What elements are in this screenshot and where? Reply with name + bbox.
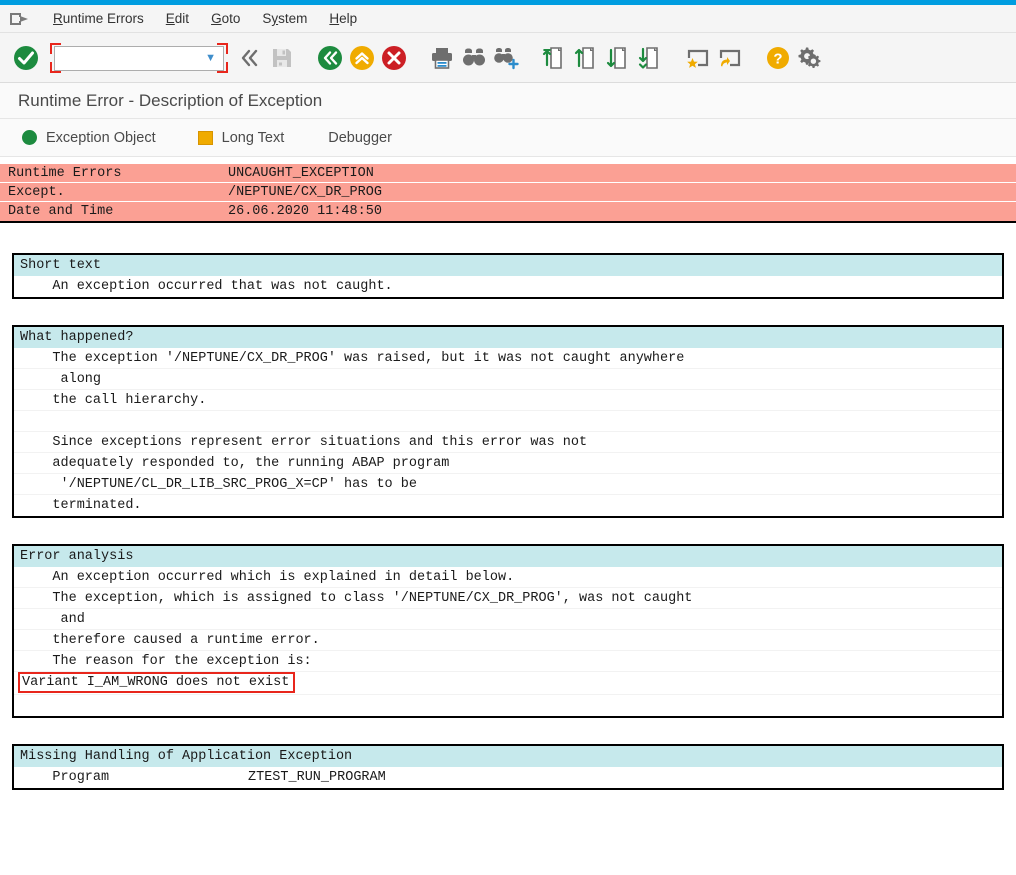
error-header-row: Except. /NEPTUNE/CX_DR_PROG xyxy=(0,183,1016,202)
orange-square-icon xyxy=(198,131,213,145)
action-long-text[interactable]: Long Text xyxy=(198,130,285,146)
error-header-value: /NEPTUNE/CX_DR_PROG xyxy=(228,185,382,200)
section-heading-what-happened: What happened? xyxy=(14,327,1002,348)
section-line: therefore caused a runtime error. xyxy=(14,630,1002,651)
section-line: adequately responded to, the running ABA… xyxy=(14,453,1002,474)
previous-page-icon[interactable] xyxy=(570,42,602,74)
menu-item-edit[interactable]: Edit xyxy=(155,9,200,28)
main-toolbar: ▼ xyxy=(0,33,1016,83)
command-field-annotation: ▼ xyxy=(50,43,228,73)
page-title-bar: Runtime Error - Description of Exception xyxy=(0,83,1016,119)
page-title: Runtime Error - Description of Exception xyxy=(18,91,322,111)
command-input[interactable]: ▼ xyxy=(54,46,224,71)
section-missing-handling: Missing Handling of Application Exceptio… xyxy=(12,744,1004,790)
find-next-icon[interactable] xyxy=(490,42,522,74)
error-header-value: UNCAUGHT_EXCEPTION xyxy=(228,166,374,181)
highlighted-reason-row: Variant I_AM_WRONG does not exist xyxy=(14,672,1002,695)
action-label-debugger: Debugger xyxy=(328,130,392,146)
green-dot-icon xyxy=(22,130,37,145)
section-heading-missing-handling: Missing Handling of Application Exceptio… xyxy=(14,746,1002,767)
error-header-row: Runtime Errors UNCAUGHT_EXCEPTION xyxy=(0,164,1016,183)
exit-up-icon[interactable] xyxy=(346,42,378,74)
section-row: Program ZTEST_RUN_PROGRAM xyxy=(14,767,1002,788)
section-line: Since exceptions represent error situati… xyxy=(14,432,1002,453)
error-header-block: Runtime Errors UNCAUGHT_EXCEPTION Except… xyxy=(0,164,1016,223)
action-exception-object[interactable]: Exception Object xyxy=(22,130,156,146)
menu-item-runtime-errors[interactable]: Runtime Errors xyxy=(42,9,155,28)
error-header-value: 26.06.2020 11:48:50 xyxy=(228,204,382,219)
section-line xyxy=(14,411,1002,432)
section-line: The reason for the exception is: xyxy=(14,651,1002,672)
section-line: along xyxy=(14,369,1002,390)
missing-handling-key: Program xyxy=(20,767,248,788)
error-header-key: Runtime Errors xyxy=(0,166,228,181)
menu-item-help[interactable]: Help xyxy=(318,9,368,28)
section-line: terminated. xyxy=(14,495,1002,516)
print-icon[interactable] xyxy=(426,42,458,74)
menu-label-runtime-errors: untime Errors xyxy=(63,11,144,26)
menu-label-goto: oto xyxy=(222,11,241,26)
menu-bar: Runtime Errors Edit Goto System Help xyxy=(0,5,1016,33)
find-icon[interactable] xyxy=(458,42,490,74)
section-line: '/NEPTUNE/CL_DR_LIB_SRC_PROG_X=CP' has t… xyxy=(14,474,1002,495)
action-label-exception-object: Exception Object xyxy=(46,130,156,146)
error-header-key: Date and Time xyxy=(0,204,228,219)
section-error-analysis: Error analysis An exception occurred whi… xyxy=(12,544,1004,718)
chevron-down-icon[interactable]: ▼ xyxy=(205,53,216,64)
section-line: the call hierarchy. xyxy=(14,390,1002,411)
section-line: An exception occurred which is explained… xyxy=(14,567,1002,588)
help-icon[interactable]: ? xyxy=(762,42,794,74)
section-what-happened: What happened? The exception '/NEPTUNE/C… xyxy=(12,325,1004,518)
section-line: The exception '/NEPTUNE/CX_DR_PROG' was … xyxy=(14,348,1002,369)
next-page-icon[interactable] xyxy=(602,42,634,74)
create-session-icon[interactable] xyxy=(682,42,714,74)
error-header-key: Except. xyxy=(0,185,228,200)
action-button-row: Exception Object Long Text Debugger xyxy=(0,119,1016,157)
save-icon xyxy=(266,42,298,74)
menu-item-system[interactable]: System xyxy=(251,9,318,28)
back-icon[interactable] xyxy=(314,42,346,74)
menu-label-edit: dit xyxy=(175,11,189,26)
svg-text:?: ? xyxy=(773,50,782,67)
section-heading-error-analysis: Error analysis xyxy=(14,546,1002,567)
cancel-icon[interactable] xyxy=(378,42,410,74)
error-header-row: Date and Time 26.06.2020 11:48:50 xyxy=(0,202,1016,221)
section-line: An exception occurred that was not caugh… xyxy=(14,276,1002,297)
enter-check-icon[interactable] xyxy=(10,42,42,74)
menu-item-goto[interactable]: Goto xyxy=(200,9,251,28)
section-line: The exception, which is assigned to clas… xyxy=(14,588,1002,609)
menu-label-system: stem xyxy=(278,11,307,26)
section-short-text: Short text An exception occurred that wa… xyxy=(12,253,1004,299)
session-exit-icon[interactable] xyxy=(8,10,30,28)
first-page-icon[interactable] xyxy=(538,42,570,74)
customize-icon[interactable] xyxy=(794,42,826,74)
section-line: and xyxy=(14,609,1002,630)
content-area: Runtime Errors UNCAUGHT_EXCEPTION Except… xyxy=(0,164,1016,790)
missing-handling-value: ZTEST_RUN_PROGRAM xyxy=(248,767,386,788)
highlighted-error-reason: Variant I_AM_WRONG does not exist xyxy=(18,672,295,693)
create-shortcut-icon[interactable] xyxy=(714,42,746,74)
action-debugger[interactable]: Debugger xyxy=(328,130,392,146)
section-line-blank xyxy=(14,695,1002,716)
collapse-left-icon[interactable] xyxy=(234,42,266,74)
action-label-long-text: Long Text xyxy=(222,130,285,146)
section-heading-short-text: Short text xyxy=(14,255,1002,276)
last-page-icon[interactable] xyxy=(634,42,666,74)
menu-label-help: elp xyxy=(339,11,357,26)
